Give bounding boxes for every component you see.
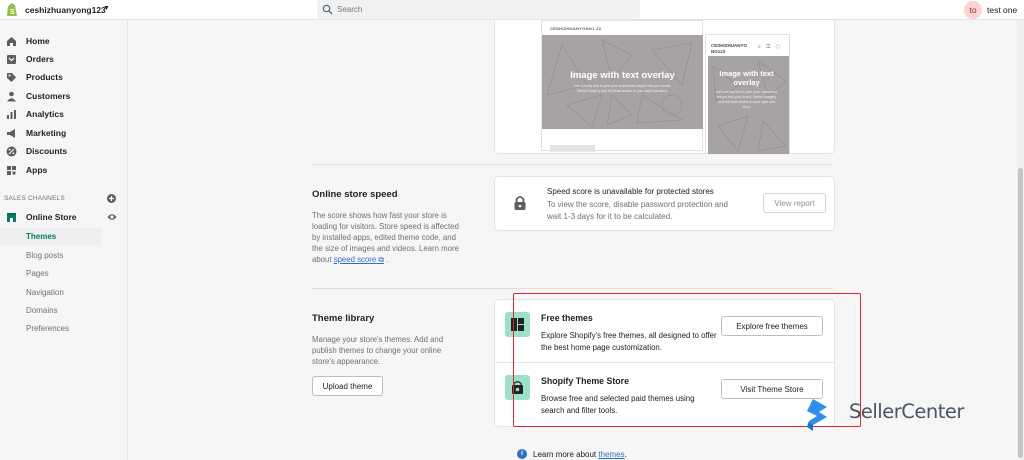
top-bar: S ceshizhuanyong123 ▼ to test one xyxy=(0,0,1024,20)
sellercenter-logo-icon xyxy=(807,399,827,431)
discount-icon xyxy=(6,146,17,157)
sidebar-item-marketing[interactable]: Marketing xyxy=(0,125,128,143)
desktop-preview-subtitle: Use overlay text to give your customers … xyxy=(573,84,672,93)
avatar[interactable]: to xyxy=(964,1,982,19)
svg-text:S: S xyxy=(10,9,15,16)
sidebar-sub-label: Domains xyxy=(26,306,58,315)
sidebar-item-apps[interactable]: Apps xyxy=(0,162,128,180)
speed-score-link[interactable]: speed score ⧉ xyxy=(334,255,384,264)
sidebar-item-label: Discounts xyxy=(26,146,68,156)
apps-icon xyxy=(7,166,16,175)
speed-score-link-text: speed score xyxy=(333,255,377,264)
sidebar-sub-label: Themes xyxy=(26,232,57,241)
learn-more-prefix: Learn more about xyxy=(533,450,599,459)
sidebar-item-home[interactable]: Home xyxy=(0,33,128,51)
section-divider xyxy=(312,288,833,289)
sidebar-item-label: Orders xyxy=(26,54,54,64)
search-bar[interactable] xyxy=(317,0,640,19)
sidebar-item-label: Analytics xyxy=(26,109,64,119)
mobile-preview-icons: ⌕ ◫ ◇ xyxy=(758,44,783,50)
sidebar-sub-blog-posts[interactable]: Blog posts xyxy=(0,247,128,264)
shopify-logo-icon[interactable]: S xyxy=(6,3,18,17)
desktop-preview[interactable]: CESHIZHUANYONG1 23 Image with text overl… xyxy=(541,20,703,152)
library-section-title: Theme library xyxy=(312,313,375,324)
sidebar-item-label: Online Store xyxy=(26,212,77,222)
sidebar-sub-navigation[interactable]: Navigation xyxy=(0,284,128,301)
megaphone-icon xyxy=(7,129,15,138)
sidebar-sub-preferences[interactable]: Preferences xyxy=(0,320,128,337)
sidebar-sub-label: Pages xyxy=(26,269,49,278)
mobile-preview-title: Image with text overlay xyxy=(719,69,774,87)
add-channel-icon[interactable] xyxy=(107,194,116,203)
mobile-preview-subtitle: Use overlay text to give your customers … xyxy=(715,90,778,109)
bar-chart-icon xyxy=(7,110,16,119)
lock-icon xyxy=(514,196,526,210)
speed-section-title: Online store speed xyxy=(312,189,398,200)
sidebar-item-label: Customers xyxy=(26,91,71,101)
sidebar-sub-pages[interactable]: Pages xyxy=(0,265,128,282)
view-report-button[interactable]: View report xyxy=(763,193,826,213)
tag-icon xyxy=(7,73,16,82)
geometric-pattern-icon xyxy=(546,39,693,128)
desktop-preview-placeholder xyxy=(550,145,595,152)
mobile-preview-header: CESHIZHUANYO NG123 xyxy=(711,43,748,54)
sales-channels-title: SALES CHANNELS xyxy=(4,195,65,202)
scrollbar[interactable] xyxy=(1017,20,1024,460)
user-name[interactable]: test one xyxy=(987,5,1017,15)
desktop-preview-image xyxy=(542,35,703,129)
mobile-preview[interactable]: CESHIZHUANYO NG123 ⌕ ◫ ◇ Image with text… xyxy=(705,34,790,154)
caret-down-icon[interactable]: ▼ xyxy=(103,5,110,12)
upload-theme-button[interactable]: Upload theme xyxy=(312,376,383,396)
learn-more-suffix: . xyxy=(624,450,627,459)
speed-card-title: Speed score is unavailable for protected… xyxy=(547,187,714,196)
search-input[interactable] xyxy=(337,3,627,16)
sidebar-sub-themes[interactable]: Themes xyxy=(0,228,101,245)
store-name[interactable]: ceshizhuanyong123 xyxy=(25,5,106,15)
sidebar: Home Orders Products Customers Analytics… xyxy=(0,20,128,460)
sidebar-sub-label: Blog posts xyxy=(26,251,64,260)
external-link-icon: ⧉ xyxy=(376,255,384,264)
store-icon xyxy=(7,213,16,222)
section-divider xyxy=(312,164,833,165)
sidebar-item-discounts[interactable]: Discounts xyxy=(0,143,128,161)
desktop-preview-title: Image with text overlay xyxy=(570,70,675,81)
sidebar-item-label: Products xyxy=(26,72,63,82)
scrollbar-thumb[interactable] xyxy=(1018,168,1023,458)
speed-section-description: The score shows how fast your store is l… xyxy=(312,210,462,265)
search-icon xyxy=(322,4,333,15)
sidebar-sub-label: Navigation xyxy=(26,288,64,297)
sidebar-item-analytics[interactable]: Analytics xyxy=(0,106,128,124)
themes-link[interactable]: themes xyxy=(598,450,624,459)
home-icon xyxy=(7,37,16,46)
orders-icon xyxy=(7,55,16,64)
desktop-preview-header: CESHIZHUANYONG1 23 xyxy=(550,26,602,31)
speed-description-suffix: . xyxy=(383,255,389,264)
sidebar-item-label: Marketing xyxy=(26,128,67,138)
speed-card-description: To view the score, disable password prot… xyxy=(547,200,728,221)
sidebar-item-products[interactable]: Products xyxy=(0,69,128,87)
sidebar-sub-domains[interactable]: Domains xyxy=(0,302,128,319)
person-icon xyxy=(7,91,16,102)
sidebar-item-orders[interactable]: Orders xyxy=(0,51,128,69)
sidebar-item-customers[interactable]: Customers xyxy=(0,88,128,106)
eye-icon[interactable] xyxy=(107,213,117,221)
sidebar-sub-label: Preferences xyxy=(26,324,70,333)
learn-more-text: Learn more about themes. xyxy=(533,450,627,459)
library-section-description: Manage your store's themes. Add and publ… xyxy=(312,335,444,366)
info-icon: i xyxy=(517,449,527,459)
sidebar-item-label: Home xyxy=(26,36,50,46)
watermark-text: SellerCenter xyxy=(849,400,964,423)
sidebar-item-label: Apps xyxy=(26,165,48,175)
